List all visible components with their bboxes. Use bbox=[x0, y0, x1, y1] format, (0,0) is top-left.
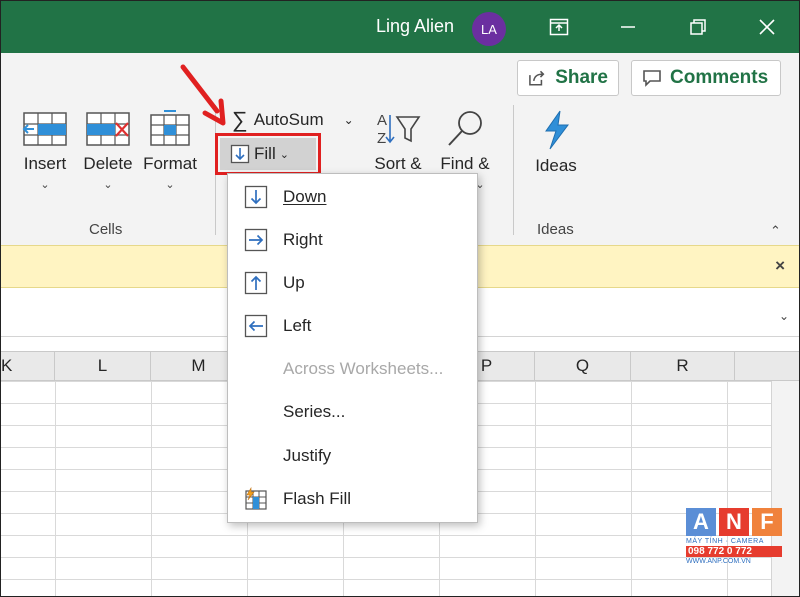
menu-item-label: Series... bbox=[283, 402, 346, 421]
menu-item-right[interactable]: Right bbox=[228, 220, 477, 260]
logo-phone: 098 772 0 772 bbox=[686, 546, 782, 557]
menu-item-label: Down bbox=[283, 187, 327, 206]
sort-filter-button[interactable]: A Z Sort & bbox=[369, 109, 427, 174]
ideas-group-label: Ideas bbox=[537, 221, 574, 238]
chevron-down-icon: ⌄ bbox=[165, 179, 175, 191]
expand-formula-bar-icon[interactable]: ⌄ bbox=[779, 309, 789, 323]
logo-website: WWW.ANP.COM.VN bbox=[686, 558, 751, 565]
share-button[interactable]: Share bbox=[517, 60, 619, 96]
column-header[interactable]: L bbox=[55, 352, 151, 380]
fill-down-icon bbox=[244, 185, 268, 209]
delete-cells-icon bbox=[86, 112, 130, 146]
menu-item-label: Justify bbox=[283, 446, 332, 465]
comments-label: Comments bbox=[670, 67, 769, 88]
sort-filter-label: Sort & bbox=[374, 154, 422, 173]
title-bar: Ling Alien LA bbox=[1, 1, 799, 53]
share-icon bbox=[529, 70, 545, 86]
fill-right-icon bbox=[244, 228, 268, 252]
insert-label: Insert bbox=[23, 154, 67, 173]
anf-watermark-logo: A N F MÁY TÍNH · CAMERA 098 772 0 772 WW… bbox=[686, 508, 782, 565]
flash-fill-icon bbox=[245, 487, 267, 510]
delete-label: Delete bbox=[83, 154, 133, 173]
close-icon[interactable] bbox=[751, 13, 783, 41]
annotation-arrow-icon bbox=[180, 64, 226, 126]
menu-item-label: Right bbox=[283, 230, 323, 249]
menu-item-up[interactable]: Up bbox=[228, 263, 477, 303]
share-label: Share bbox=[555, 67, 608, 88]
menu-item-down[interactable]: Down bbox=[228, 177, 477, 217]
lightning-icon bbox=[545, 110, 569, 150]
insert-button[interactable]: Insert ⌄ bbox=[15, 109, 75, 191]
logo-letter: A bbox=[686, 508, 716, 536]
collapse-ribbon-icon[interactable]: ⌃ bbox=[770, 223, 781, 239]
fill-left-icon bbox=[244, 314, 268, 338]
menu-item-left[interactable]: Left bbox=[228, 306, 477, 346]
autosum-button[interactable]: ∑ AutoSum ⌄ bbox=[232, 107, 354, 133]
group-separator bbox=[513, 105, 514, 235]
annotation-highlight-box bbox=[215, 133, 321, 175]
fill-dropdown-menu: Down Right Up Left Across Worksheets... … bbox=[227, 173, 478, 523]
ribbon-display-options-icon[interactable] bbox=[543, 13, 575, 41]
fill-up-icon bbox=[244, 271, 268, 295]
menu-item-label: Across Worksheets... bbox=[283, 359, 444, 378]
logo-subtitle: MÁY TÍNH · CAMERA bbox=[686, 538, 764, 545]
menu-item-label: Left bbox=[283, 316, 312, 335]
menu-item-across-worksheets: Across Worksheets... bbox=[228, 349, 477, 389]
excel-window: Ling Alien LA Share Comments Insert ⌄ De… bbox=[0, 0, 800, 597]
sigma-icon: ∑ bbox=[232, 107, 248, 132]
chevron-down-icon: ⌄ bbox=[103, 179, 113, 191]
column-header[interactable]: K bbox=[1, 352, 55, 380]
comments-button[interactable]: Comments bbox=[631, 60, 781, 96]
menu-item-series[interactable]: Series... bbox=[228, 392, 477, 432]
svg-text:A: A bbox=[377, 112, 387, 129]
menu-item-justify[interactable]: Justify bbox=[228, 436, 477, 476]
comment-icon bbox=[643, 70, 661, 87]
insert-cells-icon bbox=[22, 112, 67, 146]
column-header[interactable]: Q bbox=[535, 352, 631, 380]
ideas-button[interactable]: Ideas bbox=[528, 109, 584, 176]
menu-item-label: Flash Fill bbox=[283, 489, 352, 508]
sort-filter-icon: A Z bbox=[377, 112, 421, 147]
minimize-icon[interactable] bbox=[612, 13, 644, 41]
logo-letter: F bbox=[752, 508, 782, 536]
chevron-down-icon: ⌄ bbox=[40, 179, 50, 191]
restore-icon[interactable] bbox=[682, 13, 714, 41]
column-header[interactable]: R bbox=[631, 352, 735, 380]
find-select-label: Find & bbox=[440, 154, 490, 173]
user-avatar[interactable]: LA bbox=[472, 12, 506, 46]
magnifier-icon bbox=[448, 111, 482, 146]
format-label: Format bbox=[143, 154, 197, 173]
user-name[interactable]: Ling Alien bbox=[376, 16, 454, 37]
cells-group-label: Cells bbox=[89, 221, 123, 238]
chevron-down-icon: ⌄ bbox=[343, 113, 354, 127]
menu-item-label: Up bbox=[283, 273, 305, 292]
close-message-icon[interactable]: × bbox=[775, 256, 785, 276]
ideas-label: Ideas bbox=[535, 156, 577, 175]
menu-item-flash-fill[interactable]: Flash Fill bbox=[228, 479, 477, 519]
svg-text:Z: Z bbox=[377, 130, 386, 147]
logo-letter: N bbox=[719, 508, 749, 536]
delete-button[interactable]: Delete ⌄ bbox=[81, 109, 135, 191]
autosum-label: AutoSum bbox=[253, 110, 324, 129]
